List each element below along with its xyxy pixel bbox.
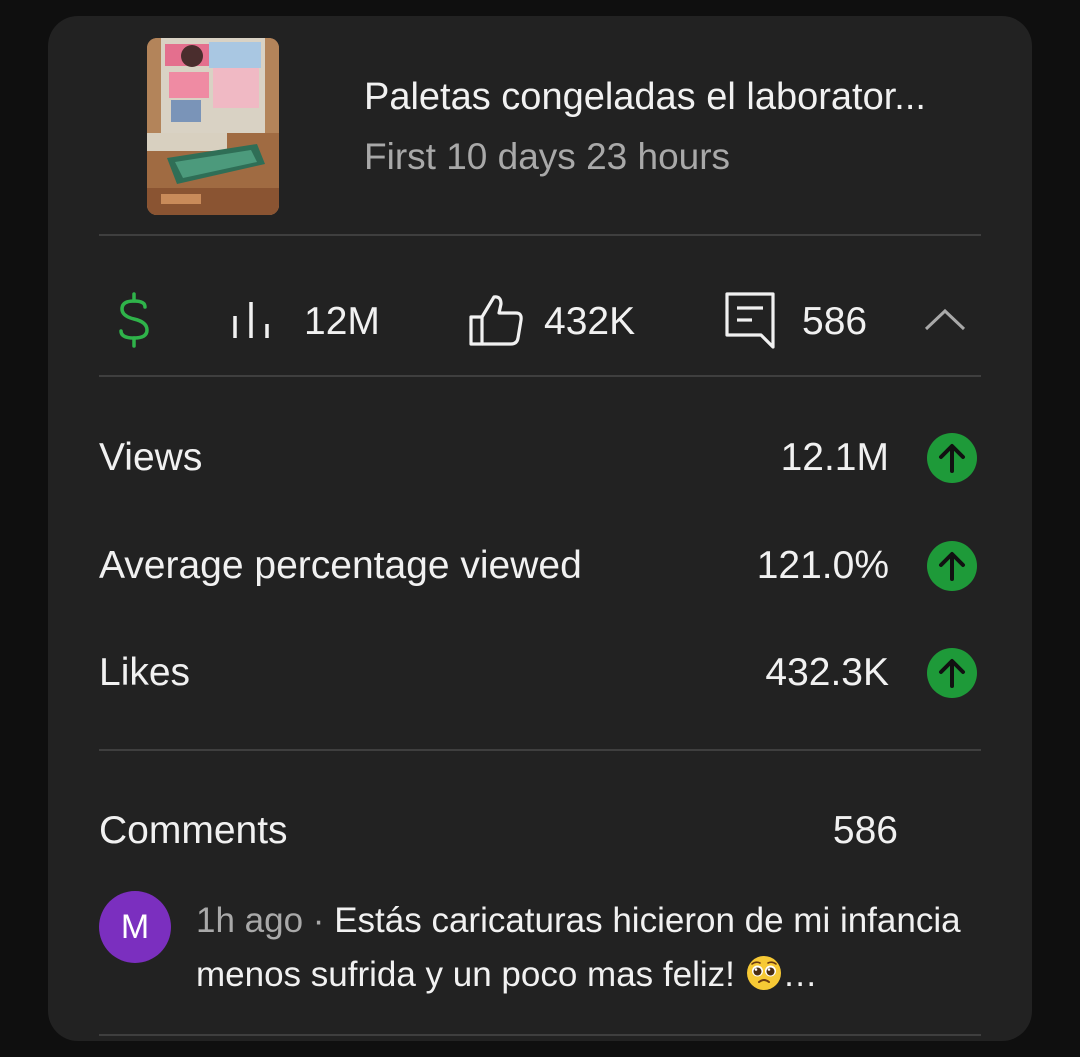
divider bbox=[99, 1034, 981, 1036]
likes-count: 432K bbox=[544, 300, 636, 343]
stats-bar: 12M 432K 586 bbox=[48, 252, 1032, 392]
trend-up-icon bbox=[927, 648, 977, 698]
metric-value: 432.3K bbox=[765, 651, 889, 694]
likes-stat[interactable]: 432K bbox=[468, 252, 635, 392]
views-stat[interactable]: 12M bbox=[230, 252, 380, 392]
divider bbox=[99, 234, 981, 236]
metric-row-average-percentage-viewed[interactable]: Average percentage viewed 121.0% bbox=[99, 536, 981, 596]
comments-total: 586 bbox=[832, 809, 898, 852]
thumbnail-image bbox=[147, 38, 279, 215]
monetization-stat[interactable] bbox=[114, 252, 154, 392]
bar-chart-icon bbox=[230, 298, 274, 347]
video-title[interactable]: Paletas congeladas el laborator... bbox=[364, 76, 984, 119]
comment-ellipsis: … bbox=[782, 955, 818, 994]
pleading-face-emoji-icon bbox=[745, 954, 783, 992]
divider bbox=[99, 375, 981, 377]
metric-row-likes[interactable]: Likes 432.3K bbox=[99, 643, 981, 703]
metric-value: 12.1M bbox=[780, 436, 889, 479]
trend-up-icon bbox=[927, 541, 977, 591]
comments-count: 586 bbox=[802, 300, 868, 343]
metric-row-views[interactable]: Views 12.1M bbox=[99, 428, 981, 488]
latest-comment[interactable]: 1h ago · Estás caricaturas hicieron de m… bbox=[196, 894, 976, 1002]
metric-value: 121.0% bbox=[756, 544, 889, 587]
thumbs-up-icon bbox=[468, 293, 524, 352]
comment-time: 1h ago bbox=[196, 901, 304, 940]
metric-label: Likes bbox=[99, 651, 191, 694]
comment-separator: · bbox=[312, 901, 325, 940]
metric-label: Views bbox=[99, 436, 203, 479]
chevron-up-icon bbox=[924, 308, 966, 337]
metric-label: Average percentage viewed bbox=[99, 544, 582, 587]
dollar-icon bbox=[114, 291, 154, 353]
video-analytics-card: Paletas congeladas el laborator... First… bbox=[48, 16, 1032, 1041]
trend-up-icon bbox=[927, 433, 977, 483]
comments-stat[interactable]: 586 bbox=[724, 252, 867, 392]
views-count: 12M bbox=[304, 300, 380, 343]
comment-icon bbox=[724, 291, 776, 354]
video-thumbnail[interactable] bbox=[147, 38, 279, 215]
collapse-button[interactable] bbox=[924, 252, 966, 392]
comment-text: Estás caricaturas hicieron de mi infanci… bbox=[196, 901, 961, 994]
avatar[interactable]: M bbox=[99, 891, 171, 963]
comments-heading[interactable]: Comments bbox=[99, 806, 288, 856]
video-period: First 10 days 23 hours bbox=[364, 136, 731, 177]
divider bbox=[99, 749, 981, 751]
